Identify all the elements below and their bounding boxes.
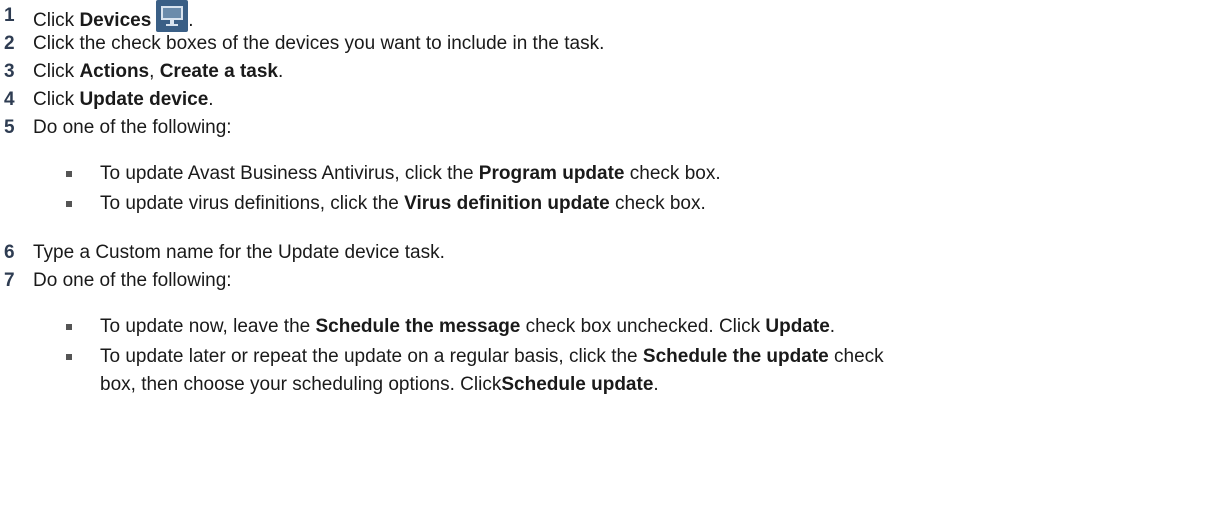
step-text-plain: .	[208, 89, 214, 110]
bullet-marker	[66, 324, 72, 330]
step-number: 2	[4, 33, 15, 54]
step-text-plain: Click	[33, 89, 80, 110]
bullet-text-bold: Schedule the message	[315, 316, 521, 337]
bullet-text: To update now, leave the Schedule the me…	[100, 316, 835, 338]
step-text-bold: Update device	[79, 89, 209, 110]
bullet-text-plain: check box.	[624, 163, 721, 184]
bullet-marker	[66, 354, 72, 360]
bullet-text-bold: Update	[765, 316, 830, 337]
bullet-text-plain: check box unchecked. Click	[520, 316, 766, 337]
bullet-text: To update virus definitions, click the V…	[100, 193, 706, 215]
step-text: Do one of the following:	[33, 270, 232, 291]
step-text-plain: Click	[33, 10, 80, 31]
bullet-text-plain: check	[828, 346, 884, 367]
bullet-text-bold: Virus definition update	[404, 193, 610, 214]
bullet-text-bold: Program update	[478, 163, 625, 184]
bullet-text-plain: .	[829, 316, 836, 337]
step-text-plain: ,	[149, 61, 160, 82]
step-text: Click Actions, Create a task.	[33, 61, 283, 83]
step-number: 3	[4, 61, 15, 82]
bullet-text-plain: To update Avast Business Antivirus, clic…	[100, 163, 479, 184]
bullet-text-bold: Schedule update	[501, 374, 654, 395]
bullet-marker	[66, 171, 72, 177]
step-text: Type a Custom name for the Update device…	[33, 242, 445, 263]
step-text: Click Update device.	[33, 89, 214, 111]
step-text-plain: .	[188, 10, 194, 31]
monitor-icon	[156, 0, 189, 32]
step-number: 7	[4, 270, 15, 291]
step-text: Do one of the following:	[33, 117, 232, 138]
step-text-bold: Devices	[79, 10, 152, 31]
bullet-text-plain: .	[653, 374, 659, 395]
step-text: Click Devices.	[33, 0, 194, 32]
bullet-text-plain: box, then choose your scheduling options…	[100, 374, 502, 395]
step-number: 6	[4, 242, 15, 263]
bullet-text-plain: To update later or repeat the update on …	[100, 346, 643, 367]
bullet-text-plain: To update now, leave the	[100, 316, 316, 337]
step-text-bold: Actions	[79, 61, 150, 82]
step-number: 1	[4, 5, 15, 26]
bullet-text-plain: To update virus definitions, click the	[100, 193, 405, 214]
bullet-marker	[66, 201, 72, 207]
step-text: Click the check boxes of the devices you…	[33, 33, 605, 54]
bullet-text-plain: check box.	[609, 193, 706, 214]
step-number: 4	[4, 89, 15, 110]
bullet-text: To update Avast Business Antivirus, clic…	[100, 163, 721, 185]
step-text-bold: Create a task	[159, 61, 278, 82]
step-text-plain: Click	[33, 61, 80, 82]
step-text-plain: .	[278, 61, 284, 82]
step-number: 5	[4, 117, 15, 138]
instructions-document: 1 Click Devices. 2 Click the check boxes…	[0, 0, 1215, 514]
list-item-continuation: box, then choose your scheduling options…	[100, 371, 659, 399]
bullet-text-bold: Schedule the update	[642, 346, 829, 367]
bullet-text: To update later or repeat the update on …	[100, 346, 884, 368]
